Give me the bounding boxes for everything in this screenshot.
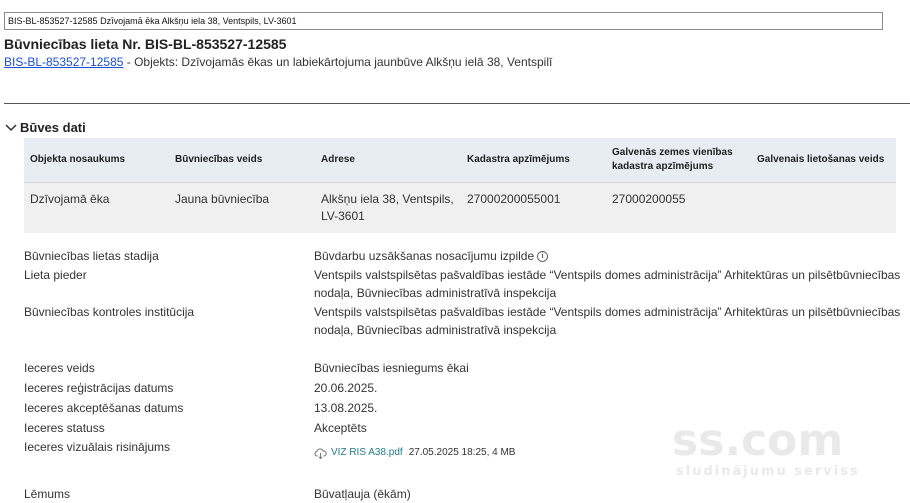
table-row: Dzīvojamā ēka Jauna būvniecība Alkšņu ie… [24,182,896,233]
case-subtitle: BIS-BL-853527-12585 - Objekts: Dzīvojamā… [4,55,552,69]
info-icon[interactable]: i [537,251,549,262]
section-toggle-buves-dati[interactable]: Būves dati [4,120,86,135]
detail-value: Būvniecības iesniegums ēkai [314,361,469,375]
stage-value-text: Būvdarbu uzsākšanas nosacījumu izpilde [314,249,535,263]
detail-value: 13.08.2025. [314,401,378,415]
col-header-object-name: Objekta nosaukums [24,138,169,183]
detail-value: Būvatļauja (ēkām) [314,487,411,501]
detail-label: Būvniecības kontroles institūcija [24,305,195,319]
detail-label: Ieceres vizuālais risinājums [24,440,171,454]
detail-label: Lēmums [24,487,71,501]
detail-label: Ieceres reģistrācijas datums [24,381,174,395]
section-title: Būves dati [20,120,86,135]
page-title: Būvniecības lieta Nr. BIS-BL-853527-1258… [4,36,287,52]
address-bar[interactable]: BIS-BL-853527-12585 Dzīvojamā ēka Alkšņu… [4,12,883,30]
detail-label: Ieceres veids [24,361,95,375]
detail-label: Būvniecības lietas stadija [24,249,159,263]
object-description: - Objekts: Dzīvojamās ēkas un labiekārto… [123,55,553,69]
file-attachment: VIZ RIS A38.pdf 27.05.2025 18:25, 4 MB [314,444,515,462]
col-header-usage-type: Galvenais lietošanas veids [751,138,896,183]
file-link[interactable]: VIZ RIS A38.pdf [331,444,403,462]
col-header-cadastre: Kadastra apzīmējums [461,138,606,183]
detail-value: Akceptēts [314,421,367,435]
col-header-land-cadastre: Galvenās zemes vienības kadastra apzīmēj… [606,138,751,183]
detail-value: 20.06.2025. [314,381,378,395]
col-header-construction-type: Būvniecības veids [169,138,315,183]
table-header-row: Objekta nosaukums Būvniecības veids Adre… [24,138,896,183]
cell-address: Alkšņu iela 38, Ventspils, LV-3601 [315,182,461,233]
detail-value: Ventspils valstspilsētas pašvaldības ies… [314,268,901,300]
detail-value: Ventspils valstspilsētas pašvaldības ies… [314,305,901,337]
cell-construction-type: Jauna būvniecība [169,182,315,233]
detail-value: Būvdarbu uzsākšanas nosacījumu izpilde i [314,247,904,265]
divider [4,103,910,104]
detail-label: Ieceres akceptēšanas datums [24,401,184,415]
cell-cadastre: 27000200055001 [461,182,606,233]
cell-land-cadastre: 27000200055 [606,182,751,233]
file-meta: 27.05.2025 18:25, 4 MB [408,447,516,458]
detail-label: Ieceres statuss [24,421,105,435]
watermark-tagline: sludinājumu serviss [676,464,860,479]
cell-usage-type [751,182,896,233]
col-header-address: Adrese [315,138,461,183]
detail-label: Lieta pieder [24,268,87,282]
chevron-down-icon [5,123,17,131]
case-number-link[interactable]: BIS-BL-853527-12585 [4,55,123,69]
cloud-download-icon[interactable] [314,447,327,459]
objects-table: Objekta nosaukums Būvniecības veids Adre… [24,138,896,233]
cell-object-name: Dzīvojamā ēka [24,182,169,233]
